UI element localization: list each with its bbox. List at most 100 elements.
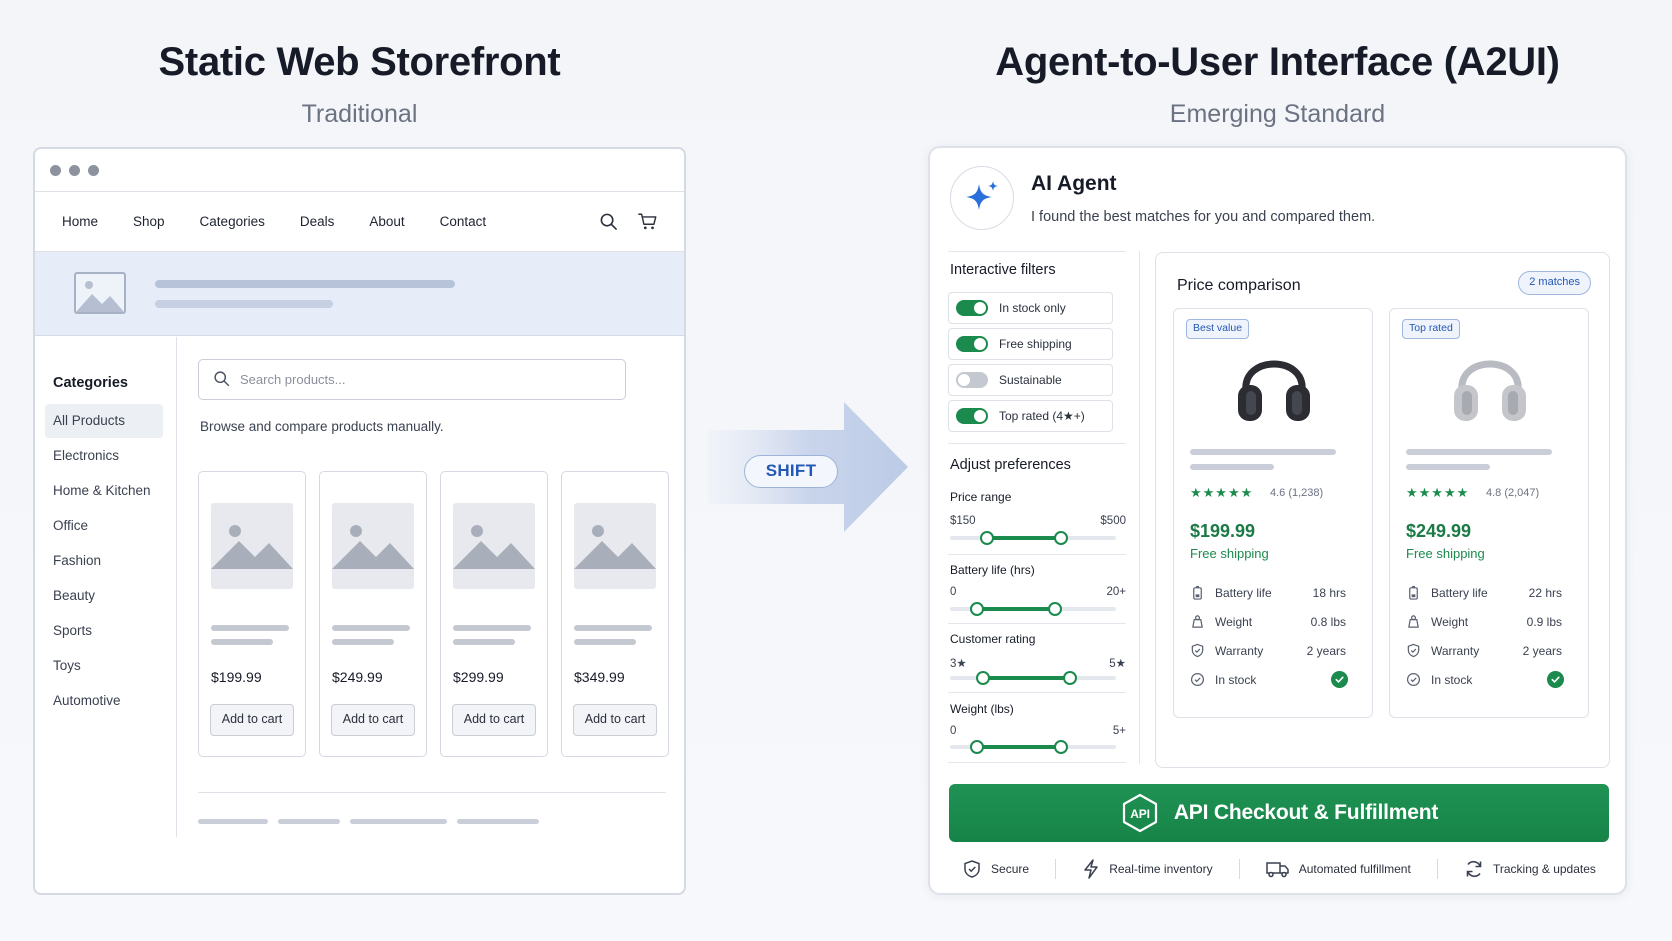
image-placeholder-icon — [211, 503, 293, 589]
spec-in-stock: In stock — [1190, 670, 1360, 690]
category-beauty[interactable]: Beauty — [45, 579, 163, 613]
product-card[interactable]: $349.99 Add to cart — [561, 471, 669, 757]
spec-weight: Weight 0.9 lbs — [1406, 612, 1576, 632]
slider-thumb-min[interactable] — [976, 671, 991, 685]
nav-deals[interactable]: Deals — [300, 214, 335, 229]
feature-secure: Secure — [962, 859, 1029, 879]
divider — [948, 251, 1126, 252]
slider-fill — [976, 745, 1062, 749]
toggle-switch[interactable] — [956, 372, 988, 388]
spec-battery: Battery life 18 hrs — [1190, 583, 1360, 603]
star-rating-icon: ★★★★★ — [1406, 485, 1470, 500]
text-placeholder — [453, 625, 531, 631]
category-sports[interactable]: Sports — [45, 614, 163, 648]
toggle-switch[interactable] — [956, 336, 988, 352]
headphones-icon — [1238, 360, 1310, 421]
slider-max-label: 5+ — [1112, 725, 1126, 737]
nav-contact[interactable]: Contact — [440, 214, 487, 229]
slider-thumb-min[interactable] — [969, 602, 984, 616]
storefront-nav: Home Shop Categories Deals About Contact — [35, 192, 684, 252]
slider-thumb-max[interactable] — [1054, 740, 1069, 754]
window-dot[interactable] — [50, 164, 61, 176]
divider — [1436, 859, 1438, 879]
add-to-cart-button[interactable]: Add to cart — [573, 704, 657, 736]
agent-message: I found the best matches for you and com… — [1031, 209, 1376, 225]
window-dot[interactable] — [88, 164, 99, 176]
toggle-switch[interactable] — [956, 300, 988, 316]
shipping-label: Free shipping — [1190, 546, 1269, 561]
spec-in-stock: In stock — [1406, 670, 1576, 690]
product-card[interactable]: $299.99 Add to cart — [440, 471, 548, 757]
checkout-label: API Checkout & Fulfillment — [1173, 801, 1439, 824]
in-stock-check-icon — [1331, 671, 1348, 688]
window-titlebar — [35, 149, 684, 192]
category-toys[interactable]: Toys — [45, 649, 163, 683]
slider-thumb-max[interactable] — [1062, 671, 1077, 685]
filter-in-stock[interactable]: In stock only — [948, 292, 1113, 324]
slider-thumb-min[interactable] — [979, 531, 994, 545]
filters-panel: Interactive filters In stock only Free s… — [948, 251, 1126, 764]
category-all-products[interactable]: All Products — [45, 404, 163, 438]
add-to-cart-button[interactable]: Add to cart — [210, 704, 294, 736]
weight-icon — [1408, 615, 1419, 628]
product-card[interactable]: $199.99 Add to cart — [198, 471, 306, 757]
slider-thumb-min[interactable] — [969, 740, 984, 754]
nav-about[interactable]: About — [369, 214, 404, 229]
feature-tracking-updates: Tracking & updates — [1464, 859, 1596, 879]
filter-top-rated[interactable]: Top rated (4★+) — [948, 400, 1113, 432]
category-office[interactable]: Office — [45, 509, 163, 543]
cart-icon[interactable] — [638, 212, 658, 234]
toggle-switch[interactable] — [956, 408, 988, 424]
text-placeholder — [453, 639, 515, 645]
customer-rating-slider[interactable] — [950, 671, 1116, 685]
text-placeholder — [1190, 449, 1336, 455]
nav-shop[interactable]: Shop — [133, 214, 165, 229]
slider-min-label: 3★ — [950, 658, 967, 670]
matches-badge: 2 matches — [1518, 271, 1591, 295]
category-electronics[interactable]: Electronics — [45, 439, 163, 473]
text-placeholder — [574, 639, 636, 645]
filter-label: Sustainable — [999, 373, 1062, 387]
nav-categories[interactable]: Categories — [200, 214, 265, 229]
feature-realtime-inventory: Real-time inventory — [1082, 859, 1213, 879]
product-card[interactable]: $249.99 Add to cart — [319, 471, 427, 757]
battery-icon — [1193, 585, 1202, 600]
category-sidebar: Categories All Products Electronics Home… — [35, 337, 177, 837]
spec-warranty: Warranty 2 years — [1406, 641, 1576, 661]
lightning-icon — [1084, 859, 1098, 879]
divider — [948, 443, 1126, 444]
search-input[interactable]: Search products... — [198, 359, 626, 400]
category-fashion[interactable]: Fashion — [45, 544, 163, 578]
right-subtitle: Emerging Standard — [1169, 100, 1386, 128]
slider-thumb-max[interactable] — [1047, 602, 1062, 616]
rating-count: 4.8 (2,047) — [1486, 487, 1540, 499]
search-icon[interactable] — [599, 212, 618, 234]
sparkle-icon — [950, 166, 1014, 230]
product-price: $249.99 — [1406, 521, 1472, 541]
category-automotive[interactable]: Automotive — [45, 684, 163, 718]
price-range-slider[interactable] — [950, 531, 1116, 545]
headphones-icon — [1454, 360, 1526, 421]
slider-thumb-max[interactable] — [1054, 531, 1069, 545]
add-to-cart-button[interactable]: Add to cart — [452, 704, 536, 736]
spec-warranty: Warranty 2 years — [1190, 641, 1360, 661]
nav-home[interactable]: Home — [62, 214, 98, 229]
category-home-kitchen[interactable]: Home & Kitchen — [45, 474, 163, 508]
filter-sustainable[interactable]: Sustainable — [948, 364, 1113, 396]
shield-icon — [964, 860, 980, 878]
add-to-cart-button[interactable]: Add to cart — [331, 704, 415, 736]
filter-free-shipping[interactable]: Free shipping — [948, 328, 1113, 360]
api-checkout-button[interactable]: API API Checkout & Fulfillment — [949, 784, 1609, 842]
check-circle-icon — [1406, 672, 1421, 687]
window-dot[interactable] — [69, 164, 80, 176]
feature-automated-fulfillment: Automated fulfillment — [1266, 859, 1411, 879]
battery-life-slider[interactable] — [950, 602, 1116, 616]
slider-min-label: $150 — [950, 515, 976, 527]
price-comparison-panel: Price comparison 2 matches Best value ★★… — [1155, 252, 1610, 768]
product-card-best-value[interactable]: Best value ★★★★★ 4.6 (1,238) $199.99 Fre… — [1173, 308, 1373, 718]
footer-link-placeholder — [350, 819, 447, 824]
right-title: Agent-to-User Interface (A2UI) — [995, 40, 1560, 84]
product-card-top-rated[interactable]: Top rated ★★★★★ 4.8 (2,047) $249.99 Free… — [1389, 308, 1589, 718]
weight-slider[interactable] — [950, 740, 1116, 754]
image-placeholder-icon — [332, 503, 414, 589]
